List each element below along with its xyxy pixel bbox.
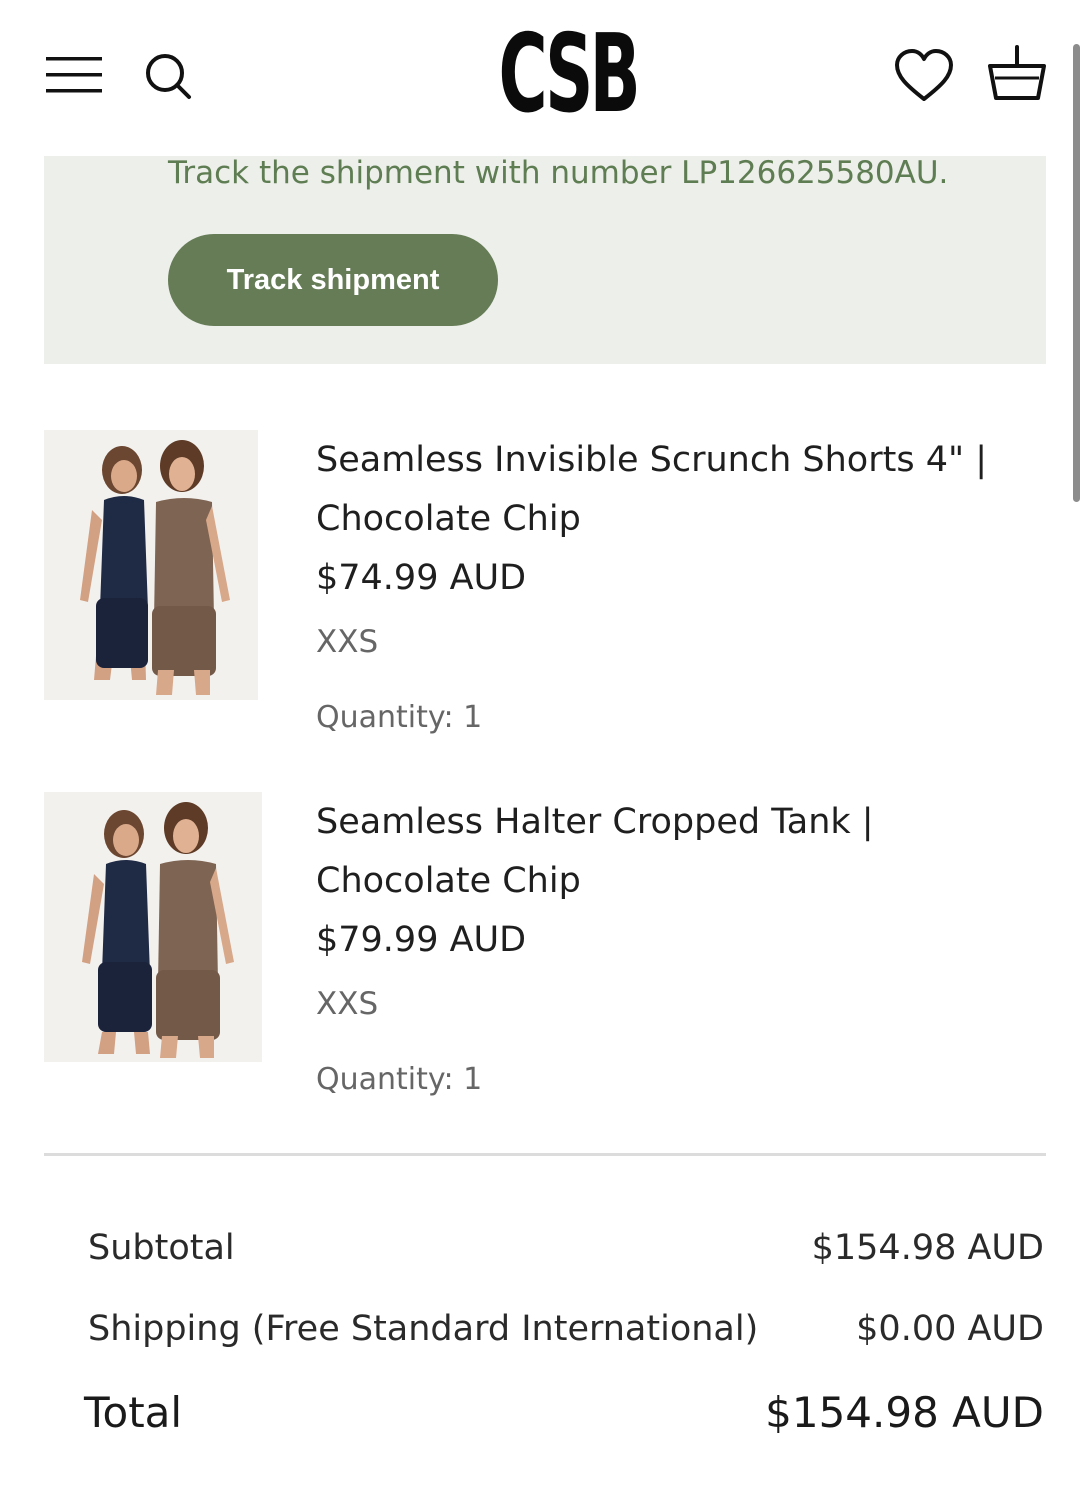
basket-icon[interactable] xyxy=(984,42,1050,104)
product-size: XXS xyxy=(316,986,379,1022)
subtotal-row: Subtotal $154.98 AUD xyxy=(88,1228,1044,1268)
heart-icon[interactable] xyxy=(892,46,956,106)
product-name[interactable]: Seamless Invisible Scrunch Shorts 4" | C… xyxy=(316,431,996,549)
shipping-row: Shipping (Free Standard International) $… xyxy=(88,1309,1044,1349)
shipping-value: $0.00 AUD xyxy=(856,1309,1044,1349)
product-quantity: Quantity: 1 xyxy=(316,700,483,735)
total-label: Total xyxy=(84,1388,183,1437)
brand-logo[interactable]: CSB xyxy=(499,20,641,130)
product-details: Seamless Halter Cropped Tank | Chocolate… xyxy=(316,792,996,1100)
search-icon[interactable] xyxy=(140,48,196,104)
scrollbar[interactable] xyxy=(1073,44,1080,502)
shipping-label: Shipping (Free Standard International) xyxy=(88,1309,759,1349)
menu-icon[interactable] xyxy=(42,50,106,100)
product-photo-placeholder xyxy=(44,430,258,700)
product-photo-placeholder xyxy=(44,792,262,1062)
tracking-message: Track the shipment with number LP1266255… xyxy=(168,155,949,191)
product-image[interactable] xyxy=(44,792,262,1062)
product-details: Seamless Invisible Scrunch Shorts 4" | C… xyxy=(316,430,996,738)
product-price: $79.99 AUD xyxy=(316,920,527,960)
product-price: $74.99 AUD xyxy=(316,558,527,598)
subtotal-label: Subtotal xyxy=(88,1228,235,1268)
product-image[interactable] xyxy=(44,430,258,700)
tracking-banner: Track the shipment with number LP1266255… xyxy=(44,156,1046,364)
subtotal-value: $154.98 AUD xyxy=(811,1228,1044,1268)
product-name[interactable]: Seamless Halter Cropped Tank | Chocolate… xyxy=(316,793,996,911)
site-header: CSB xyxy=(0,0,1090,150)
product-quantity: Quantity: 1 xyxy=(316,1062,483,1097)
section-divider xyxy=(44,1153,1046,1156)
total-row: Total $154.98 AUD xyxy=(84,1388,1044,1437)
product-size: XXS xyxy=(316,624,379,660)
track-shipment-button[interactable]: Track shipment xyxy=(168,234,498,326)
total-value: $154.98 AUD xyxy=(765,1388,1044,1437)
